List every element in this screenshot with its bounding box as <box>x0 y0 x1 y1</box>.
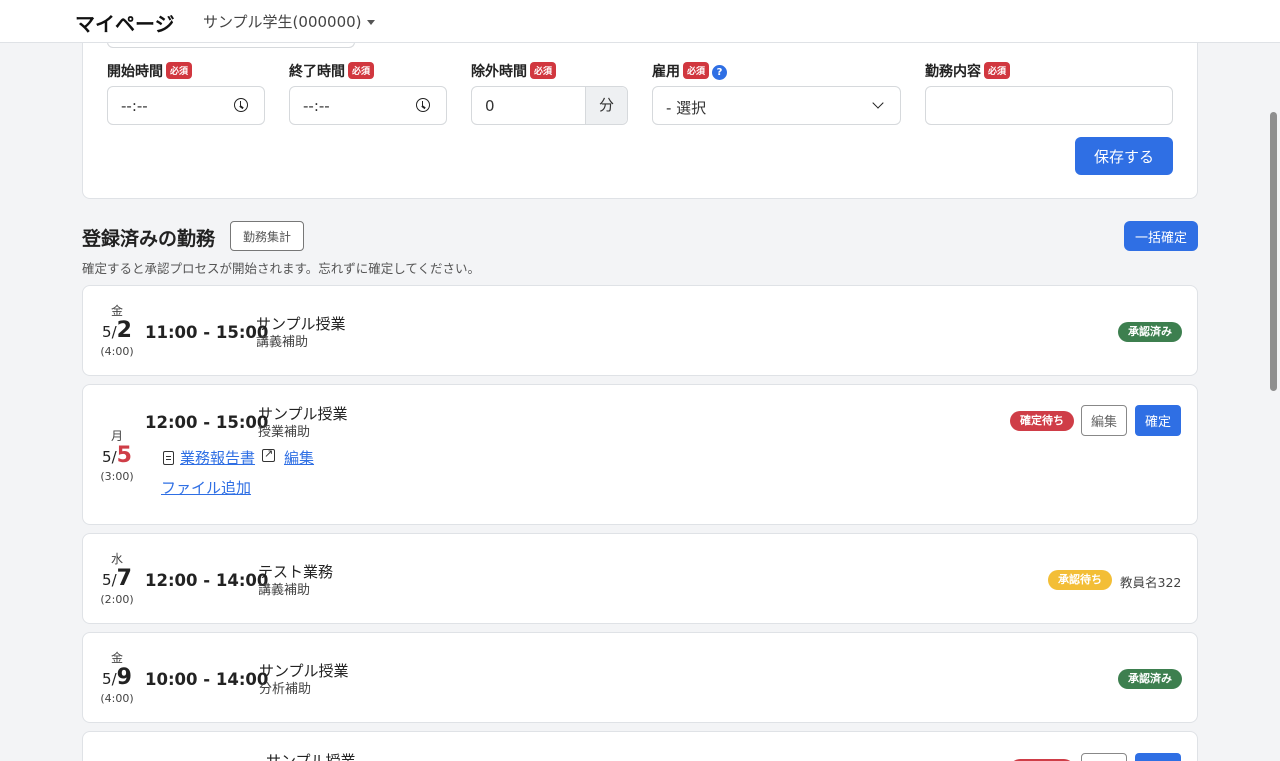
required-badge: 必須 <box>530 62 557 79</box>
entry-date: 5/7 <box>102 566 132 591</box>
entry-time: 10:00 - 14:00 <box>145 670 269 689</box>
start-time-input[interactable]: --:-- <box>107 86 265 125</box>
weekday: 月 <box>110 429 123 443</box>
user-dropdown[interactable]: サンプル学生(000000) <box>203 11 375 32</box>
work-content-label: 勤務内容 必須 <box>925 61 1011 81</box>
registered-work-title: 登録済みの勤務 <box>82 228 216 250</box>
entry-subtitle: 授業補助 <box>258 425 311 440</box>
exclude-time-label: 除外時間 必須 <box>471 61 557 81</box>
work-entry-card: 金 5/9 (4:00) 10:00 - 14:00 サンプル授業 分析補助 承… <box>82 632 1198 723</box>
weekday: 金 <box>110 651 123 665</box>
entry-title: サンプル授業 <box>266 752 356 761</box>
entry-duration: (2:00) <box>100 593 134 606</box>
required-badge: 必須 <box>348 62 375 79</box>
clock-icon[interactable] <box>416 98 430 112</box>
user-name: サンプル学生(000000) <box>203 13 362 31</box>
work-content-input[interactable] <box>925 86 1173 125</box>
confirm-note: 確定すると承認プロセスが開始されます。忘れずに確定してください。 <box>82 261 481 276</box>
start-time-label: 開始時間 必須 <box>107 61 193 81</box>
document-icon <box>163 451 174 465</box>
confirm-button[interactable]: 確定 <box>1135 405 1181 436</box>
report-edit-link[interactable]: 編集 <box>284 447 314 468</box>
minutes-unit: 分 <box>585 87 627 124</box>
entry-subtitle: 講義補助 <box>256 335 309 350</box>
clock-icon[interactable] <box>234 98 248 112</box>
page-scrollbar[interactable] <box>1270 112 1277 391</box>
help-icon[interactable]: ? <box>712 65 728 80</box>
entry-duration: (4:00) <box>100 345 134 358</box>
external-link-icon[interactable] <box>262 447 275 462</box>
top-navbar: マイページ サンプル学生(000000) <box>0 0 1280 43</box>
status-badge: 承認済み <box>1118 322 1182 342</box>
exclude-time-input[interactable]: 0分 <box>471 86 628 125</box>
entry-time: 12:00 - 14:00 <box>145 571 269 590</box>
status-badge: 承認済み <box>1118 669 1182 689</box>
edit-button[interactable]: 編集 <box>1081 405 1127 436</box>
work-report-link[interactable]: 業務報告書 <box>180 447 255 468</box>
entry-date: 5/9 <box>102 665 132 690</box>
status-badge: 確定待ち <box>1010 411 1074 431</box>
employment-select[interactable]: - 選択 <box>652 86 901 125</box>
add-file-link[interactable]: ファイル追加 <box>161 477 251 498</box>
required-badge: 必須 <box>683 62 710 79</box>
weekday: 金 <box>110 304 123 318</box>
save-button[interactable]: 保存する <box>1075 137 1173 175</box>
bulk-confirm-button[interactable]: 一括確定 <box>1124 221 1198 251</box>
employment-label: 雇用 必須? <box>652 61 728 81</box>
entry-duration: (3:00) <box>100 470 134 483</box>
caret-down-icon <box>366 20 375 25</box>
edit-button[interactable] <box>1081 753 1127 761</box>
entry-date: 5/5 <box>102 443 132 468</box>
work-entry-card: 月 サンプル授業 <box>82 731 1198 761</box>
status-badge: 承認待ち <box>1048 570 1112 590</box>
entry-subtitle: 分析補助 <box>259 682 312 697</box>
work-entry-card: 水 5/7 (2:00) 12:00 - 14:00 テスト業務 講義補助 承認… <box>82 533 1198 624</box>
end-time-label: 終了時間 必須 <box>289 61 375 81</box>
entry-time: 11:00 - 15:00 <box>145 323 269 342</box>
end-time-input[interactable]: --:-- <box>289 86 447 125</box>
chevron-down-icon <box>872 97 884 109</box>
brand-title[interactable]: マイページ <box>75 8 175 37</box>
confirm-button[interactable] <box>1135 753 1181 761</box>
entry-time: 12:00 - 15:00 <box>145 413 269 432</box>
entry-date: 5/2 <box>102 318 132 343</box>
entry-duration: (4:00) <box>100 692 134 705</box>
work-entry-card: 月 5/5 (3:00) 12:00 - 15:00 サンプル授業 授業補助 業… <box>82 384 1198 525</box>
weekday: 水 <box>110 552 123 566</box>
required-badge: 必須 <box>984 62 1011 79</box>
work-entry-card: 金 5/2 (4:00) 11:00 - 15:00 サンプル授業 講義補助 承… <box>82 285 1198 376</box>
required-badge: 必須 <box>166 62 193 79</box>
work-summary-button[interactable]: 勤務集計 <box>230 221 304 251</box>
entry-subtitle: 講義補助 <box>258 583 311 598</box>
approver-name: 教員名322 <box>1120 575 1182 590</box>
